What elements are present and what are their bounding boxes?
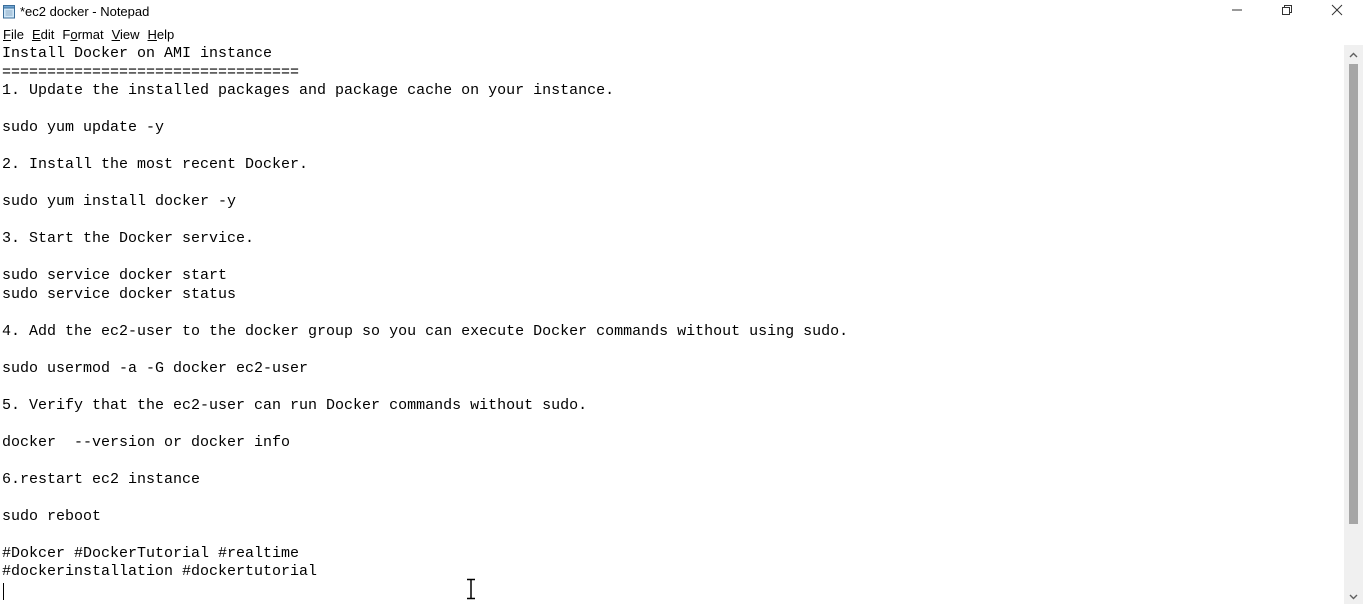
title-bar[interactable]: *ec2 docker - Notepad — [0, 0, 1363, 24]
editor-line: ================================= — [2, 63, 300, 81]
menu-view[interactable]: View — [109, 25, 145, 44]
notepad-icon[interactable] — [2, 4, 17, 19]
close-button[interactable] — [1314, 0, 1360, 24]
editor-line: 4. Add the ec2-user to the docker group … — [2, 322, 849, 340]
scroll-up-arrow-icon — [1349, 45, 1358, 63]
editor-line: Install Docker on AMI instance — [2, 45, 273, 62]
editor-line: docker --version or docker info — [2, 433, 291, 451]
text-caret — [3, 583, 4, 600]
menu-format-mnemonic: o — [70, 27, 78, 42]
editor-line: #dockerinstallation #dockertutorial — [2, 563, 318, 580]
editor-line: sudo service docker start — [2, 267, 228, 284]
scroll-up-button[interactable] — [1344, 45, 1363, 62]
close-icon — [1331, 3, 1343, 21]
menu-help-mnemonic: H — [147, 27, 157, 42]
scroll-down-button[interactable] — [1344, 587, 1363, 604]
editor-line: sudo yum install docker -y — [2, 193, 237, 210]
menu-edit[interactable]: Edit — [29, 25, 59, 44]
editor-line: 1. Update the installed packages and pac… — [2, 82, 615, 99]
menu-format-label: rmat — [77, 27, 104, 42]
minimize-icon — [1231, 3, 1243, 21]
editor-line: sudo usermod -a -G docker ec2-user — [2, 359, 309, 377]
notepad-window: *ec2 docker - Notepad File Edit Format V… — [0, 0, 1363, 604]
menu-view-mnemonic: V — [111, 27, 120, 42]
editor-line: sudo yum update -y — [2, 119, 165, 136]
menu-file-label: ile — [10, 27, 24, 42]
editor-line: #Dokcer #DockerTutorial #realtime — [2, 544, 300, 562]
ibeam-cursor-icon — [464, 578, 478, 600]
text-editor[interactable]: Install Docker on AMI instance ==========… — [0, 45, 1344, 604]
editor-line: 5. Verify that the ec2-user can run Dock… — [2, 396, 588, 414]
menu-help[interactable]: Help — [145, 25, 180, 44]
menu-bar: File Edit Format View Help — [0, 25, 1363, 44]
menu-view-label: iew — [120, 27, 140, 42]
menu-file[interactable]: File — [0, 25, 29, 44]
editor-line: 3. Start the Docker service. — [2, 230, 255, 247]
minimize-button[interactable] — [1214, 0, 1260, 24]
menu-format[interactable]: Format — [59, 25, 108, 44]
scrollbar-thumb[interactable] — [1349, 64, 1358, 524]
menu-help-label: elp — [156, 27, 175, 42]
editor-line: 6.restart ec2 instance — [2, 470, 201, 488]
restore-icon — [1281, 3, 1293, 21]
restore-button[interactable] — [1264, 0, 1310, 24]
editor-line: sudo reboot — [2, 507, 102, 525]
menu-edit-mnemonic: E — [31, 27, 41, 42]
editor-line: 2. Install the most recent Docker. — [2, 156, 309, 173]
window-title: *ec2 docker - Notepad — [20, 4, 150, 19]
menu-edit-label: dit — [40, 27, 55, 42]
editor-line: sudo service docker status — [2, 285, 237, 303]
vertical-scrollbar[interactable] — [1344, 45, 1363, 604]
editor-content[interactable]: Install Docker on AMI instance ==========… — [0, 45, 1344, 600]
menu-file-mnemonic: F — [3, 27, 11, 42]
scroll-down-arrow-icon — [1349, 587, 1358, 604]
